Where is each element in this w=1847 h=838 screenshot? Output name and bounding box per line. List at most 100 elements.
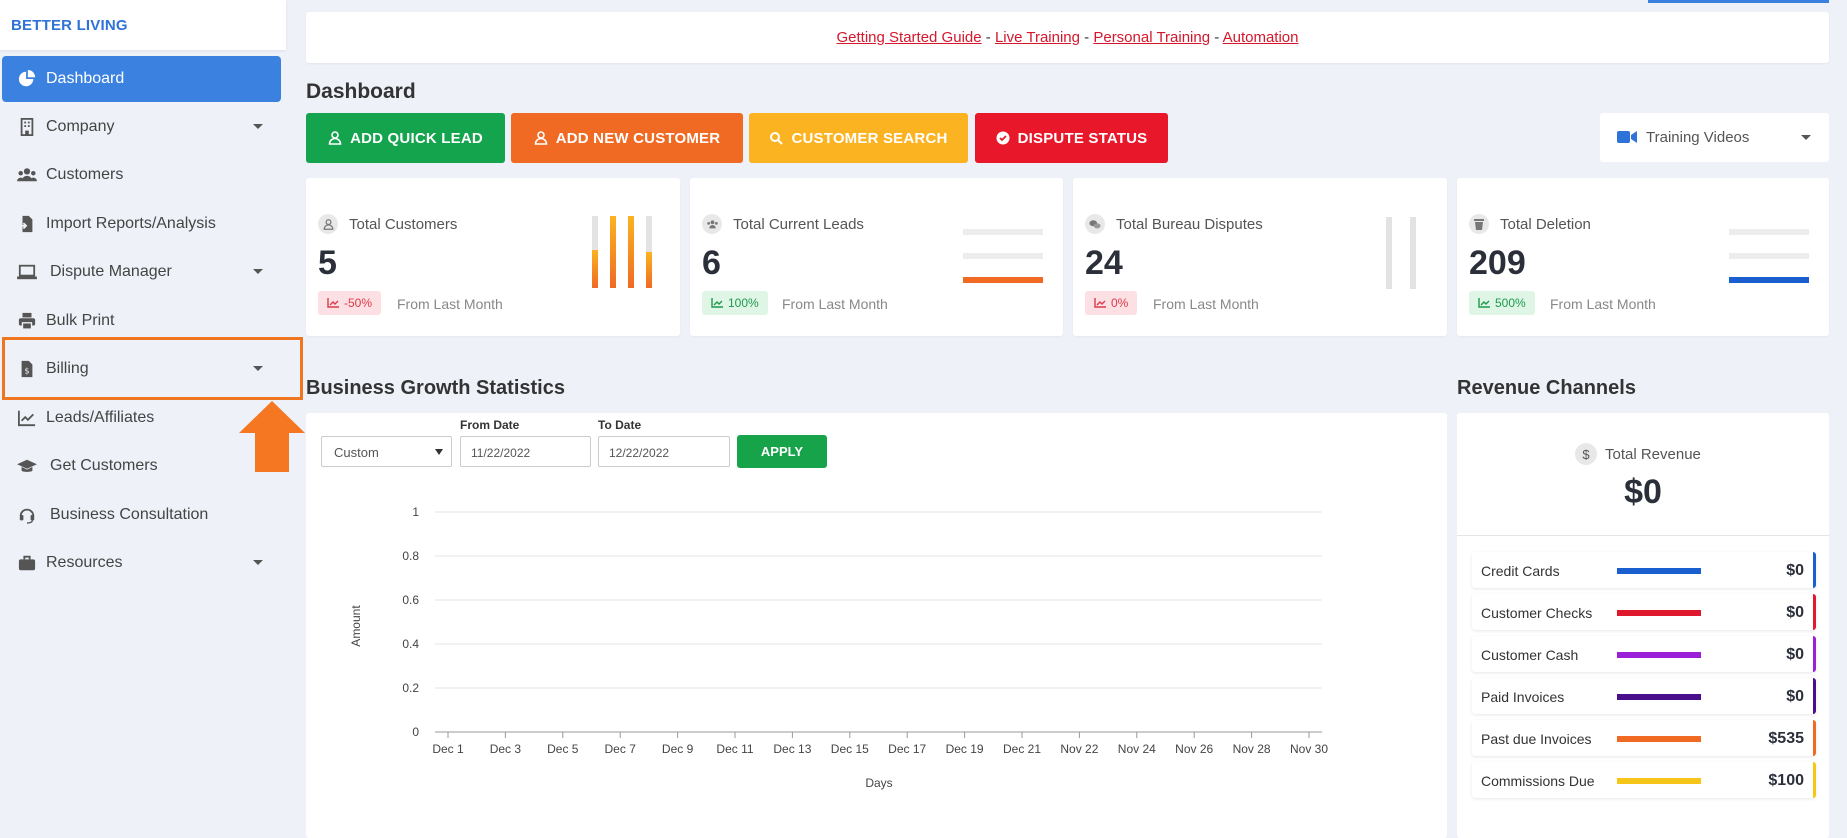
x-tick-label: Nov 30 bbox=[1290, 742, 1328, 756]
dollar-icon: $ bbox=[1575, 443, 1597, 465]
chat-bubbles-icon bbox=[1085, 214, 1105, 234]
video-camera-icon bbox=[1617, 131, 1637, 143]
channel-edge-accent bbox=[1813, 720, 1816, 756]
revenue-channel-row: Credit Cards $0 bbox=[1472, 552, 1816, 588]
sidebar-item-resources[interactable]: Resources bbox=[2, 540, 281, 586]
sidebar-item-label: Import Reports/Analysis bbox=[46, 215, 216, 232]
channel-edge-accent bbox=[1813, 552, 1816, 588]
stat-change-badge: 0% bbox=[1085, 291, 1138, 315]
sidebar-item-customers[interactable]: Customers bbox=[2, 152, 281, 198]
stat-card-total-bureau-disputes: Total Bureau Disputes 24 0% From Last Mo… bbox=[1073, 178, 1447, 336]
check-circle-icon bbox=[996, 131, 1010, 145]
sidebar-item-dashboard[interactable]: Dashboard bbox=[2, 56, 281, 102]
stat-change: -50% bbox=[344, 296, 373, 310]
brand-logo[interactable]: BETTER LIVING bbox=[11, 17, 128, 34]
headset-icon bbox=[19, 508, 35, 524]
stat-card-total-deletion: Total Deletion 209 500% From Last Month bbox=[1457, 178, 1829, 336]
trash-icon bbox=[1469, 214, 1489, 234]
y-tick-label: 0.2 bbox=[402, 681, 419, 695]
stat-title: Total Customers bbox=[349, 216, 458, 233]
y-tick-label: 0.8 bbox=[402, 549, 419, 563]
training-videos-dropdown[interactable]: Training Videos bbox=[1600, 113, 1829, 162]
x-tick-label: Dec 13 bbox=[773, 742, 811, 756]
total-revenue-box: $ Total Revenue $0 bbox=[1457, 413, 1829, 536]
channel-edge-accent bbox=[1813, 762, 1816, 798]
button-label: ADD QUICK LEAD bbox=[350, 129, 483, 147]
printer-icon bbox=[18, 312, 36, 330]
button-label: CUSTOMER SEARCH bbox=[791, 129, 948, 147]
channel-color-bar bbox=[1617, 736, 1701, 742]
x-tick-label: Dec 7 bbox=[605, 742, 637, 756]
y-tick-label: 0.6 bbox=[402, 593, 419, 607]
getting-started-link[interactable]: Getting Started Guide bbox=[837, 29, 982, 46]
users-icon bbox=[702, 214, 722, 234]
user-icon bbox=[318, 214, 338, 234]
sidebar-item-label: Get Customers bbox=[50, 457, 158, 474]
x-axis-label: Days bbox=[865, 776, 892, 790]
channel-color-bar bbox=[1617, 568, 1701, 574]
building-icon bbox=[20, 118, 34, 136]
channel-color-bar bbox=[1617, 694, 1701, 700]
revenue-channel-row: Past due Invoices $535 bbox=[1472, 720, 1816, 756]
add-quick-lead-button[interactable]: ADD QUICK LEAD bbox=[306, 113, 505, 163]
channel-name: Past due Invoices bbox=[1481, 731, 1592, 747]
x-tick-label: Dec 11 bbox=[716, 742, 753, 756]
personal-training-link[interactable]: Personal Training bbox=[1093, 29, 1210, 46]
channel-value: $0 bbox=[1786, 646, 1804, 663]
sidebar-item-company[interactable]: Company bbox=[2, 104, 281, 150]
user-icon bbox=[328, 131, 342, 145]
file-import-icon bbox=[18, 215, 33, 233]
x-tick-label: Nov 22 bbox=[1060, 742, 1098, 756]
revenue-channel-row: Customer Checks $0 bbox=[1472, 594, 1816, 630]
arrow-up-icon bbox=[239, 401, 305, 472]
stat-from-label: From Last Month bbox=[1550, 296, 1656, 312]
link-separator: - bbox=[985, 29, 991, 46]
live-training-link[interactable]: Live Training bbox=[995, 29, 1080, 46]
pie-chart-icon bbox=[18, 70, 36, 87]
channel-value: $535 bbox=[1768, 730, 1804, 747]
sidebar-item-business-consultation[interactable]: Business Consultation bbox=[2, 492, 281, 538]
x-tick-label: Dec 3 bbox=[490, 742, 522, 756]
y-tick-label: 0.4 bbox=[402, 637, 419, 651]
customer-search-button[interactable]: CUSTOMER SEARCH bbox=[749, 113, 968, 163]
x-tick-label: Nov 28 bbox=[1233, 742, 1271, 756]
trend-icon bbox=[1094, 298, 1106, 308]
laptop-icon bbox=[17, 264, 37, 280]
chevron-down-icon bbox=[253, 269, 263, 274]
add-new-customer-button[interactable]: ADD NEW CUSTOMER bbox=[511, 113, 743, 163]
top-accent-tab bbox=[1648, 0, 1829, 3]
sidebar-item-label: Customers bbox=[46, 166, 124, 183]
sidebar-item-dispute-manager[interactable]: Dispute Manager bbox=[2, 249, 281, 295]
stat-change: 0% bbox=[1111, 296, 1129, 310]
stat-from-label: From Last Month bbox=[782, 296, 888, 312]
sidebar-item-label: Company bbox=[46, 118, 115, 135]
y-tick-label: 1 bbox=[412, 505, 419, 519]
stat-value: 24 bbox=[1085, 244, 1123, 282]
automation-link[interactable]: Automation bbox=[1223, 29, 1299, 46]
dispute-status-button[interactable]: DISPUTE STATUS bbox=[975, 113, 1168, 163]
mini-bar-chart bbox=[1386, 217, 1416, 289]
channel-name: Paid Invoices bbox=[1481, 689, 1565, 705]
stat-value: 6 bbox=[702, 244, 721, 282]
stat-change: 500% bbox=[1495, 296, 1526, 310]
revenue-section-title: Revenue Channels bbox=[1457, 377, 1636, 399]
stat-change: 100% bbox=[728, 296, 759, 310]
stat-change-badge: 100% bbox=[702, 291, 768, 315]
trend-icon bbox=[1478, 298, 1490, 308]
x-tick-label: Dec 17 bbox=[888, 742, 926, 756]
channel-color-bar bbox=[1617, 652, 1701, 658]
page-title: Dashboard bbox=[306, 80, 416, 103]
x-tick-label: Dec 21 bbox=[1003, 742, 1041, 756]
chevron-down-icon bbox=[1801, 135, 1811, 140]
briefcase-icon bbox=[18, 555, 36, 571]
billing-highlight-box bbox=[2, 337, 303, 400]
mini-bar-chart bbox=[592, 216, 652, 288]
stat-card-total-customers: Total Customers 5 -50% From Last Month bbox=[306, 178, 680, 336]
sidebar-item-import-reports[interactable]: Import Reports/Analysis bbox=[2, 201, 281, 247]
channel-edge-accent bbox=[1813, 594, 1816, 630]
sidebar-item-label: Dashboard bbox=[46, 70, 125, 87]
training-videos-label: Training Videos bbox=[1646, 129, 1750, 146]
channel-value: $0 bbox=[1786, 562, 1804, 579]
sidebar-item-label: Business Consultation bbox=[50, 506, 209, 523]
revenue-channel-row: Paid Invoices $0 bbox=[1472, 678, 1816, 714]
